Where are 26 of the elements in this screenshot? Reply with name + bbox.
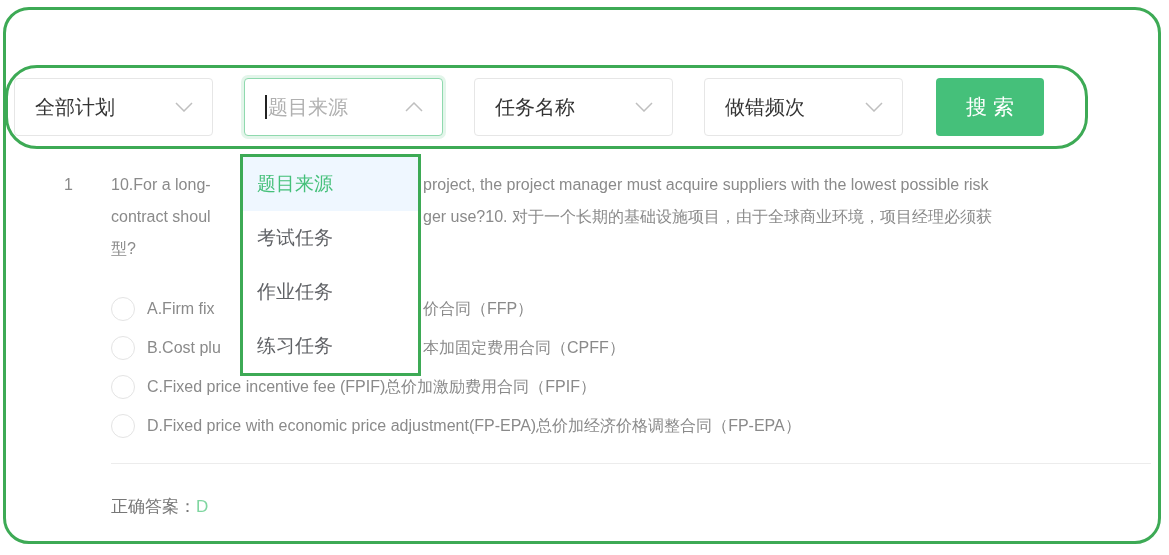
question-text: contract shoul (111, 208, 211, 225)
dropdown-option[interactable]: 练习任务 (243, 319, 418, 373)
answer-label: 正确答案： (111, 496, 196, 518)
select-field[interactable]: 任务名称 (474, 78, 673, 136)
select-field[interactable]: 做错频次 (704, 78, 903, 136)
chevron-icon (175, 102, 193, 112)
question-text: project, the project manager must acquire suppliers with the lowest possible risk (423, 176, 989, 193)
chevron-icon (405, 102, 423, 112)
text-cursor (265, 95, 267, 119)
question-text: 型? (111, 240, 136, 257)
option-text: D.Fixed price with economic price adjustment(FP-EPA)总价加经济价格调整合同（FP-EPA） (147, 417, 801, 434)
dropdown-option[interactable]: 考试任务 (243, 211, 418, 265)
option-text: 价合同（FFP） (423, 300, 534, 317)
select-field[interactable]: 全部计划 (14, 78, 213, 136)
option-text: 本加固定费用合同（CPFF） (423, 339, 625, 356)
chevron-icon (865, 102, 883, 112)
answer-value: D (196, 496, 209, 518)
option-text: A.Firm fix (147, 300, 215, 317)
option-text: C.Fixed price incentive fee (FPIF)总价加激励费用合同（FPIF） (147, 378, 596, 395)
option-text: B.Cost plu (147, 339, 221, 356)
question-text: 10.For a long- (111, 176, 211, 193)
select-field[interactable]: 题目来源 (244, 78, 443, 136)
question-text: ger use?10. 对于一个长期的基础设施项目，由于全球商业环境，项目经理必须获 (423, 208, 992, 225)
chevron-icon (635, 102, 653, 112)
question-number: 1 (63, 175, 74, 195)
dropdown-option[interactable]: 作业任务 (243, 265, 418, 319)
